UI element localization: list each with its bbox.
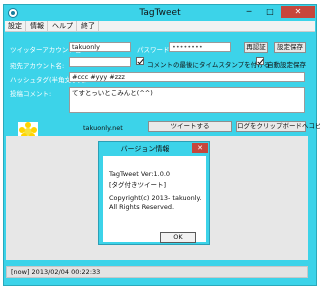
menu-help[interactable]: ヘルプ	[49, 21, 77, 32]
minimize-button[interactable]: ─	[239, 6, 259, 18]
tweet-button[interactable]: ツイートする	[148, 121, 232, 132]
hashtag-input[interactable]: #ccc #yyy #zzz	[69, 72, 305, 82]
reauth-button[interactable]: 再認証	[244, 42, 268, 53]
status-bar: [now] 2013/02/04 00:22:33	[6, 266, 308, 278]
auto-save-checkbox[interactable]	[256, 57, 264, 65]
comment-textarea[interactable]: てすとっいとこみんと(^^)	[69, 87, 305, 113]
copy-log-button[interactable]: ログをクリップボードへコピー	[236, 121, 320, 132]
password-input[interactable]: ••••••••	[169, 42, 231, 52]
version-dialog: バージョン情報 ✕ TagTweet Ver:1.0.0 [タグ付きツイート] …	[98, 141, 210, 245]
save-settings-button[interactable]: 設定保存	[274, 42, 306, 53]
title-bar: TagTweet ─ □ ✕	[4, 5, 316, 20]
maximize-button[interactable]: □	[260, 6, 280, 18]
dialog-copyright: Copyright(c) 2013- takuonly.	[109, 194, 202, 202]
dialog-body: TagTweet Ver:1.0.0 [タグ付きツイート] Copyright(…	[103, 156, 206, 242]
menu-exit[interactable]: 終了	[78, 21, 99, 32]
account-input[interactable]: takuonly	[69, 42, 131, 52]
menu-info[interactable]: 情報	[27, 21, 48, 32]
menu-settings[interactable]: 設定	[5, 21, 26, 32]
alt-account-label: 宛先アカウント名:	[10, 62, 65, 70]
comment-label: 投稿コメント:	[10, 90, 52, 98]
ok-button[interactable]: OK	[160, 232, 196, 243]
dialog-app-name: TagTweet Ver:1.0.0	[109, 170, 171, 178]
timestamp-checkbox-label: コメントの最後にタイムスタンプを付ける	[147, 61, 271, 69]
dialog-title: バージョン情報	[120, 145, 170, 153]
dialog-subtitle: [タグ付きツイート]	[109, 181, 167, 189]
menu-bar: 設定 情報 ヘルプ 終了	[5, 21, 315, 32]
alt-account-input[interactable]	[69, 57, 131, 67]
dialog-close-button[interactable]: ✕	[192, 143, 208, 153]
user-link[interactable]: takuonly.net	[83, 124, 123, 132]
password-label: パスワード:	[137, 46, 172, 54]
close-button[interactable]: ✕	[281, 6, 315, 18]
auto-save-checkbox-label: 自動設定保存	[267, 61, 306, 69]
timestamp-checkbox[interactable]	[136, 57, 144, 65]
dialog-rights: All Rights Reserved.	[109, 203, 175, 211]
